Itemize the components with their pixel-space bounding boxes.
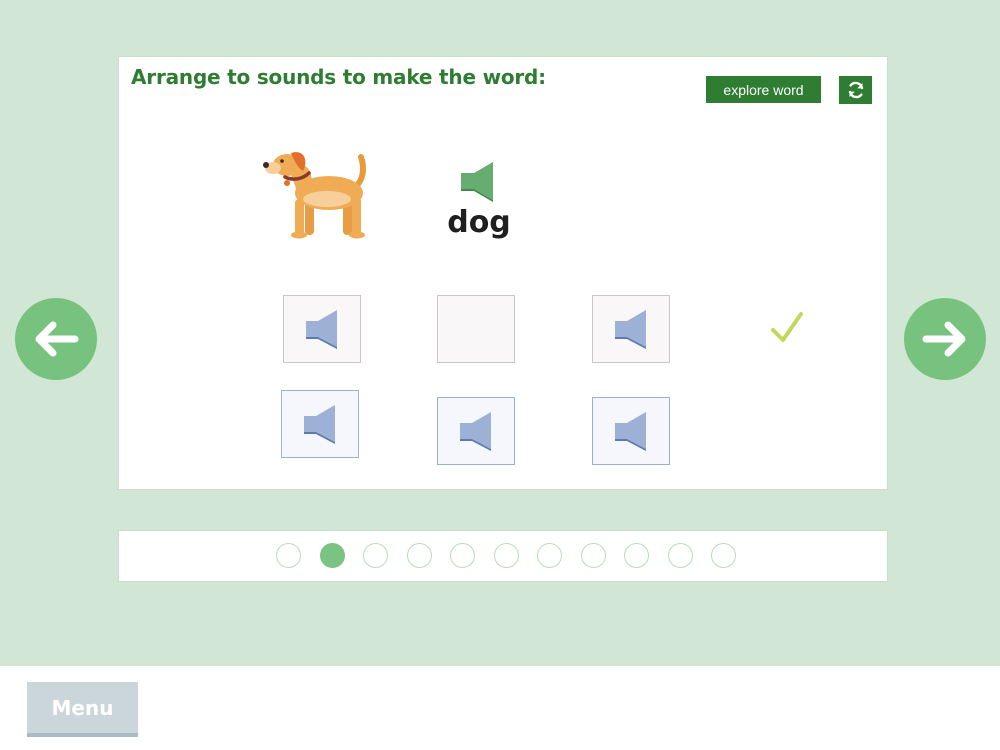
progress-dot-2[interactable]: [319, 543, 345, 568]
progress-dot-5[interactable]: [450, 543, 475, 568]
progress-dot-8[interactable]: [580, 543, 606, 568]
progress-dot-9[interactable]: [624, 543, 649, 568]
speaker-icon: [304, 405, 335, 444]
speaker-icon: [615, 310, 646, 349]
speaker-icon: [306, 310, 337, 349]
instruction-title: Arrange to sounds to make the word:: [131, 65, 546, 89]
refresh-button[interactable]: [839, 76, 872, 104]
arrow-left-icon: [35, 321, 79, 357]
activity-card: Arrange to sounds to make the word: expl…: [118, 56, 888, 490]
sound-tile-1[interactable]: [281, 390, 359, 458]
progress-dot-11[interactable]: [711, 543, 736, 568]
answer-slot-2[interactable]: [437, 295, 515, 363]
word-speaker-icon[interactable]: [459, 160, 497, 202]
previous-button[interactable]: [15, 298, 97, 380]
answer-slot-3[interactable]: [592, 295, 670, 363]
explore-word-button[interactable]: explore word: [706, 76, 821, 103]
sound-tile-3[interactable]: [592, 397, 670, 465]
speaker-icon: [615, 412, 646, 451]
progress-dot-3[interactable]: [363, 543, 388, 568]
checkmark-icon[interactable]: [769, 310, 805, 346]
arrow-right-icon: [922, 321, 966, 357]
progress-dot-10[interactable]: [667, 543, 693, 568]
sound-tile-2[interactable]: [437, 397, 515, 465]
progress-dot-6[interactable]: [493, 543, 519, 568]
target-word: dog: [447, 205, 511, 240]
progress-dot-4[interactable]: [406, 543, 432, 568]
progress-dot-7[interactable]: [537, 543, 562, 568]
menu-button[interactable]: Menu: [27, 682, 138, 737]
activity-stage: Arrange to sounds to make the word: expl…: [0, 0, 1000, 666]
refresh-icon: [848, 81, 863, 99]
speaker-icon: [460, 412, 491, 451]
dog-illustration: [263, 152, 366, 239]
answer-slot-1[interactable]: [283, 295, 361, 363]
next-button[interactable]: [904, 298, 986, 380]
progress-bar: [118, 530, 888, 582]
progress-dot-1[interactable]: [276, 543, 301, 568]
